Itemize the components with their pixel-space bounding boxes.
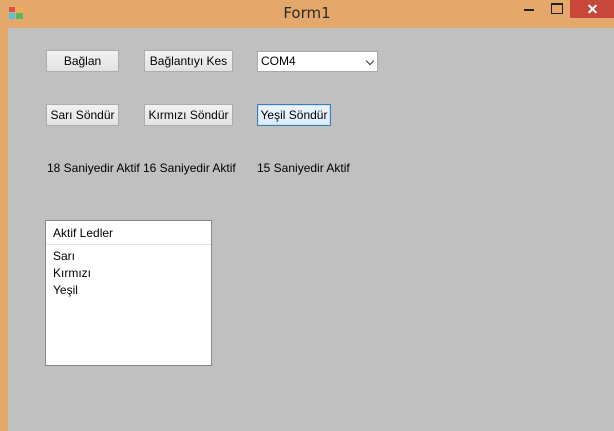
disconnect-button[interactable]: Bağlantıyı Kes — [144, 50, 233, 72]
title-bar[interactable]: Form1 — [0, 0, 614, 28]
list-item[interactable]: Sarı — [53, 248, 91, 265]
close-icon[interactable] — [570, 0, 614, 18]
connect-button[interactable]: Bağlan — [46, 50, 119, 72]
form-client-area: Bağlan Bağlantıyı Kes COM4 Sarı Söndür K… — [8, 28, 614, 431]
yellow-off-button[interactable]: Sarı Söndür — [46, 104, 119, 126]
port-select[interactable]: COM4 — [257, 51, 378, 72]
maximize-icon[interactable] — [546, 0, 568, 18]
minimize-icon[interactable] — [518, 0, 540, 18]
green-timer-label: 15 Saniyedir Aktif — [257, 161, 350, 175]
chevron-down-icon[interactable] — [365, 56, 375, 66]
active-leds-list[interactable]: Aktif Ledler Sarı Kırmızı Yeşil — [45, 220, 212, 366]
list-item[interactable]: Yeşil — [53, 282, 91, 299]
red-timer-label: 16 Saniyedir Aktif — [143, 161, 236, 175]
yellow-timer-label: 18 Saniyedir Aktif — [47, 161, 140, 175]
list-item[interactable]: Kırmızı — [53, 265, 91, 282]
green-off-button[interactable]: Yeşil Söndür — [257, 104, 331, 126]
red-off-button[interactable]: Kırmızı Söndür — [144, 104, 233, 126]
port-select-value: COM4 — [261, 54, 296, 68]
column-header[interactable]: Aktif Ledler — [46, 221, 211, 245]
